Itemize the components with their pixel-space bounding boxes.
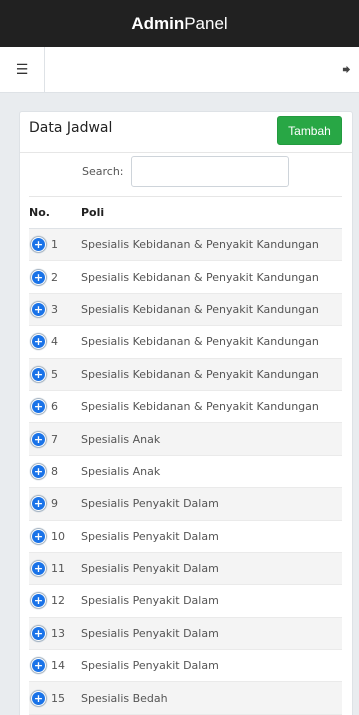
table-row[interactable]: +14 Spesialis Penyakit Dalam xyxy=(29,649,342,682)
row-number-cell: +1 xyxy=(29,227,81,261)
table-row[interactable]: +11 Spesialis Penyakit Dalam xyxy=(29,551,342,585)
expand-plus-icon[interactable]: + xyxy=(32,302,45,316)
poli-cell: Spesialis Anak xyxy=(81,454,342,488)
table-row[interactable]: +10 Spesialis Penyakit Dalam xyxy=(29,519,342,553)
poli-cell: Spesialis Penyakit Dalam xyxy=(81,584,342,618)
row-number: 9 xyxy=(51,497,58,511)
poli-cell: Spesialis Kebidanan & Penyakit Kandungan xyxy=(81,325,342,359)
table-row[interactable]: +3 Spesialis Kebidanan & Penyakit Kandung… xyxy=(29,292,342,326)
row-number: 12 xyxy=(51,594,65,608)
poli-cell: Spesialis Penyakit Dalam xyxy=(81,487,342,521)
row-number-cell: +4 xyxy=(29,325,81,359)
poli-cell: Spesialis Penyakit Dalam xyxy=(81,551,342,585)
poli-cell: Spesialis Penyakit Dalam xyxy=(81,616,342,650)
table-row[interactable]: +6 Spesialis Kebidanan & Penyakit Kandung… xyxy=(29,389,342,423)
table-header-row: No. Poli xyxy=(29,196,342,229)
poli-cell: Spesialis Kebidanan & Penyakit Kandungan xyxy=(81,357,342,391)
row-number: 3 xyxy=(51,302,58,316)
poli-cell: Spesialis Penyakit Dalam xyxy=(81,519,342,553)
expand-plus-icon[interactable]: + xyxy=(32,270,45,284)
expand-plus-icon[interactable]: + xyxy=(32,594,45,608)
row-number: 7 xyxy=(51,432,58,446)
poli-cell: Spesialis Kebidanan & Penyakit Kandungan xyxy=(81,227,342,261)
column-header-poli[interactable]: Poli xyxy=(81,196,342,229)
table-row[interactable]: +1 Spesialis Kebidanan & Penyakit Kandung… xyxy=(29,227,342,261)
top-navbar: ☰ xyxy=(0,47,359,93)
logout-icon[interactable] xyxy=(333,47,359,92)
poli-cell: Spesialis Bedah xyxy=(81,681,342,715)
poli-cell: Spesialis Penyakit Dalam xyxy=(81,649,342,682)
table-row[interactable]: +4 Spesialis Kebidanan & Penyakit Kandung… xyxy=(29,325,342,359)
table-row[interactable]: +12 Spesialis Penyakit Dalam xyxy=(29,584,342,618)
expand-plus-icon[interactable]: + xyxy=(32,432,45,446)
card-header: Data Jadwal Tambah xyxy=(20,112,352,153)
row-number-cell: +6 xyxy=(29,389,81,423)
table-row[interactable]: +9 Spesialis Penyakit Dalam xyxy=(29,487,342,521)
table-row[interactable]: +5 Spesialis Kebidanan & Penyakit Kandung… xyxy=(29,357,342,391)
row-number: 4 xyxy=(51,335,58,349)
expand-plus-icon[interactable]: + xyxy=(32,659,45,673)
poli-cell: Spesialis Kebidanan & Penyakit Kandungan xyxy=(81,292,342,326)
row-number: 6 xyxy=(51,400,58,414)
row-number: 8 xyxy=(51,464,58,478)
row-number-cell: +5 xyxy=(29,357,81,391)
row-number: 1 xyxy=(51,238,58,252)
row-number: 15 xyxy=(51,691,65,705)
poli-cell: Spesialis Kebidanan & Penyakit Kandungan xyxy=(81,260,342,294)
poli-cell: Spesialis Kebidanan & Penyakit Kandungan xyxy=(81,389,342,423)
row-number-cell: +7 xyxy=(29,422,81,456)
expand-plus-icon[interactable]: + xyxy=(32,626,45,640)
table-row[interactable]: +2 Spesialis Kebidanan & Penyakit Kandung… xyxy=(29,260,342,294)
row-number-cell: +12 xyxy=(29,584,81,618)
row-number: 2 xyxy=(51,270,58,284)
column-header-no[interactable]: No. xyxy=(29,196,81,229)
expand-plus-icon[interactable]: + xyxy=(32,529,45,543)
expand-plus-icon[interactable]: + xyxy=(32,367,45,381)
row-number-cell: +14 xyxy=(29,649,81,682)
expand-plus-icon[interactable]: + xyxy=(32,400,45,414)
row-number-cell: +10 xyxy=(29,519,81,553)
schedule-table: No. Poli +1 Spesialis Kebidanan & Penyaki… xyxy=(29,196,342,715)
table-row[interactable]: +15 Spesialis Bedah xyxy=(29,681,342,715)
expand-plus-icon[interactable]: + xyxy=(32,238,45,252)
row-number-cell: +13 xyxy=(29,616,81,650)
table-row[interactable]: +7 Spesialis Anak xyxy=(29,422,342,456)
expand-plus-icon[interactable]: + xyxy=(32,562,45,576)
hamburger-icon[interactable]: ☰ xyxy=(0,47,45,92)
search-row: Search: xyxy=(20,156,352,188)
table-row[interactable]: +8 Spesialis Anak xyxy=(29,454,342,488)
row-number-cell: +2 xyxy=(29,260,81,294)
row-number: 11 xyxy=(51,562,65,576)
expand-plus-icon[interactable]: + xyxy=(32,464,45,478)
row-number-cell: +15 xyxy=(29,681,81,715)
expand-plus-icon[interactable]: + xyxy=(32,691,45,705)
add-button[interactable]: Tambah xyxy=(277,116,342,145)
row-number-cell: +11 xyxy=(29,551,81,585)
expand-plus-icon[interactable]: + xyxy=(32,335,45,349)
poli-cell: Spesialis Anak xyxy=(81,422,342,456)
row-number-cell: +8 xyxy=(29,454,81,488)
row-number-cell: +3 xyxy=(29,292,81,326)
row-number-cell: +9 xyxy=(29,487,81,521)
row-number: 13 xyxy=(51,626,65,640)
row-number: 10 xyxy=(51,529,65,543)
row-number: 14 xyxy=(51,659,65,673)
brand-bar: Admin Panel xyxy=(0,0,359,47)
search-input[interactable] xyxy=(131,156,289,187)
table-row[interactable]: +13 Spesialis Penyakit Dalam xyxy=(29,616,342,650)
card-title: Data Jadwal xyxy=(29,120,113,136)
search-label: Search: xyxy=(82,165,124,178)
expand-plus-icon[interactable]: + xyxy=(32,497,45,511)
brand-light: Panel xyxy=(184,13,228,33)
brand-strong: Admin xyxy=(131,13,185,33)
schedule-card: Data Jadwal Tambah Search: No. Poli +1 Sp… xyxy=(19,111,353,715)
row-number: 5 xyxy=(51,367,58,381)
